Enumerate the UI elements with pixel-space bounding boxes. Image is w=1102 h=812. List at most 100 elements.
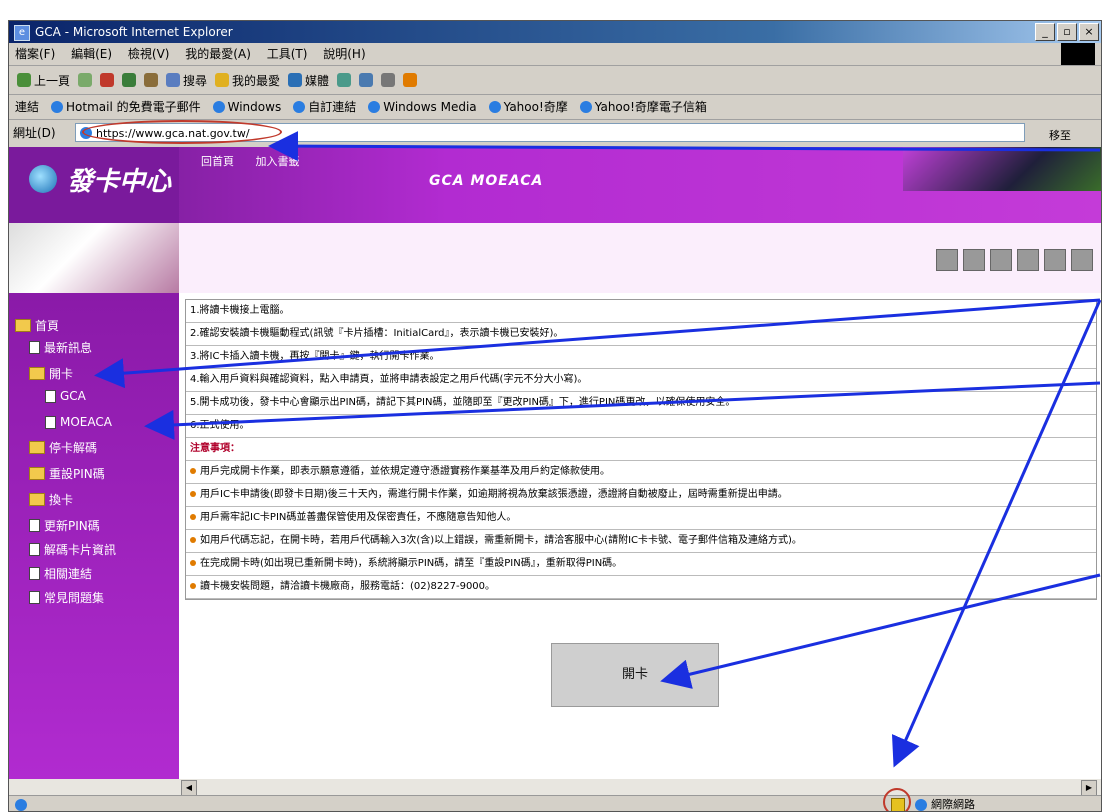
scroll-left-icon[interactable]: ◀ — [181, 780, 197, 796]
sidebar-item-reset-pin[interactable]: 重設PIN碼 — [29, 465, 105, 482]
site-header: 發卡中心 回首頁 加入書籤 GCA MOEACA — [9, 147, 1101, 223]
print-button[interactable] — [381, 73, 396, 87]
home-button[interactable] — [144, 73, 159, 87]
document-icon — [29, 519, 40, 532]
instruction-row: 在完成開卡時(如出現已重新開卡時)，系統將顯示PIN碼，請至『重設PIN碼』，重… — [186, 553, 1096, 576]
instruction-text: 用戶IC卡申請後(即發卡日期)後三十天內，需進行開卡作業，如逾期將視為放棄該張憑… — [200, 489, 788, 500]
instruction-row: 用戶需牢記IC卡PIN碼並善盡保管使用及保密責任，不應隨意告知他人。 — [186, 507, 1096, 530]
bullet-icon — [190, 583, 196, 589]
header-decoration — [903, 147, 1101, 191]
mail-button[interactable] — [359, 73, 374, 87]
menu-file[interactable]: 檔案(F) — [15, 47, 55, 61]
instruction-row: 4.輸入用戶資料與確認資料，點入申請頁，並將申請表設定之用戶代碼(字元不分大小寫… — [186, 369, 1096, 392]
globe-icon — [29, 165, 57, 193]
home-link[interactable]: 回首頁 — [201, 155, 234, 168]
sidebar-item-update-pin[interactable]: 更新PIN碼 — [29, 517, 100, 534]
folder-icon — [29, 467, 45, 480]
link-windows[interactable]: Windows — [212, 95, 281, 119]
site-logo[interactable]: 發卡中心 — [9, 147, 179, 223]
menu-help[interactable]: 說明(H) — [323, 47, 365, 61]
forward-arrow-icon — [78, 73, 93, 87]
close-button[interactable]: × — [1079, 23, 1099, 41]
instruction-text: 2.確認安裝讀卡機驅動程式(訊號『卡片插槽：InitialCard』，表示讀卡機… — [190, 328, 564, 339]
document-icon — [29, 567, 40, 580]
refresh-icon — [122, 73, 137, 87]
refresh-button[interactable] — [122, 73, 137, 87]
sidebar-item-home[interactable]: 首頁 — [15, 317, 59, 334]
instruction-text: 如用戶代碼忘記，在開卡時，若用戶代碼輸入3次(含)以上錯誤，需重新開卡，請洽客服… — [200, 535, 802, 546]
contact-icon[interactable] — [1044, 249, 1066, 271]
bullet-icon — [190, 514, 196, 520]
folder-icon — [29, 493, 45, 506]
sidebar-item-gca[interactable]: GCA — [45, 389, 86, 403]
search-button[interactable]: 搜尋 — [166, 72, 207, 89]
info-icon[interactable] — [963, 249, 985, 271]
instruction-row: 用戶IC卡申請後(即發卡日期)後三十天內，需進行開卡作業，如逾期將視為放棄該張憑… — [186, 484, 1096, 507]
help-icon[interactable] — [990, 249, 1012, 271]
link-yahoo-mail[interactable]: Yahoo!奇摩電子信箱 — [579, 95, 707, 119]
back-button[interactable]: 上一頁 — [17, 72, 70, 89]
lock-highlight-circle — [883, 788, 911, 811]
title-bar: e GCA - Microsoft Internet Explorer _ ▫ … — [9, 21, 1101, 43]
sitemap-icon[interactable] — [1071, 249, 1093, 271]
go-button[interactable]: 移至 — [1049, 123, 1071, 149]
sidebar-item-card-info[interactable]: 解碼卡片資訊 — [29, 541, 116, 558]
mail-icon — [359, 73, 374, 87]
instruction-text: 用戶需牢記IC卡PIN碼並善盡保管使用及保密責任，不應隨意告知他人。 — [200, 512, 517, 523]
download-icon[interactable] — [1017, 249, 1039, 271]
favorites-button[interactable]: 我的最愛 — [215, 72, 280, 89]
ie-app-icon: e — [14, 25, 30, 41]
link-yahoo[interactable]: Yahoo!奇摩 — [488, 95, 568, 119]
menu-tools[interactable]: 工具(T) — [267, 47, 308, 61]
address-label: 網址(D) — [13, 126, 56, 140]
menu-bar: 檔案(F) 編輯(E) 檢視(V) 我的最愛(A) 工具(T) 說明(H) — [9, 43, 1101, 66]
print-icon — [381, 73, 396, 87]
menu-edit[interactable]: 編輯(E) — [71, 47, 112, 61]
bookmark-link[interactable]: 加入書籤 — [256, 155, 300, 168]
links-label: 連結 — [15, 100, 40, 114]
bullet-icon — [190, 491, 196, 497]
messenger-icon — [403, 73, 418, 87]
sidebar-item-moeaca[interactable]: MOEACA — [45, 415, 112, 429]
document-icon — [29, 543, 40, 556]
media-icon — [288, 73, 303, 87]
link-hotmail[interactable]: Hotmail 的免費電子郵件 — [51, 95, 201, 119]
link-windows-media[interactable]: Windows Media — [368, 95, 477, 119]
instruction-row: 5.開卡成功後，發卡中心會顯示出PIN碼，請記下其PIN碼，並隨即至『更改PIN… — [186, 392, 1096, 415]
folder-icon — [29, 441, 45, 454]
address-bar: 網址(D) https://www.gca.nat.gov.tw/ 移至 — [9, 120, 1101, 146]
bullet-icon — [190, 560, 196, 566]
url-highlight-circle — [82, 120, 282, 144]
messenger-button[interactable] — [403, 73, 418, 87]
media-button[interactable]: 媒體 — [288, 72, 329, 89]
site-brand: GCA MOEACA — [429, 173, 544, 189]
stop-button[interactable] — [100, 73, 115, 87]
horizontal-scrollbar[interactable]: ◀ ▶ — [9, 779, 1101, 796]
home-icon[interactable] — [936, 249, 958, 271]
restore-button[interactable]: ▫ — [1057, 23, 1077, 41]
ie-page-icon — [51, 101, 64, 113]
sidebar-item-news[interactable]: 最新訊息 — [29, 339, 92, 356]
link-custom[interactable]: 自訂連結 — [293, 95, 356, 119]
folder-icon — [15, 319, 31, 332]
security-zone: 網際網路 — [915, 796, 975, 811]
page-viewport: 發卡中心 回首頁 加入書籤 GCA MOEACA 首頁 最新訊息 開卡 GCA … — [9, 147, 1101, 779]
instruction-row: 6.正式使用。 — [186, 415, 1096, 438]
history-button[interactable] — [337, 73, 352, 87]
instruction-text: 在完成開卡時(如出現已重新開卡時)，系統將顯示PIN碼，請至『重設PIN碼』，重… — [200, 558, 623, 569]
minimize-button[interactable]: _ — [1035, 23, 1055, 41]
sidebar-item-renew[interactable]: 換卡 — [29, 491, 73, 508]
sidebar-item-unlock[interactable]: 停卡解碼 — [29, 439, 97, 456]
scroll-right-icon[interactable]: ▶ — [1081, 780, 1097, 796]
menu-view[interactable]: 檢視(V) — [128, 47, 170, 61]
banner-photo — [9, 223, 179, 293]
logo-text: 發卡中心 — [67, 167, 172, 197]
sidebar-item-links[interactable]: 相關連結 — [29, 565, 92, 582]
sidebar-item-faq[interactable]: 常見問題集 — [29, 589, 104, 606]
activate-card-button[interactable]: 開卡 — [551, 643, 719, 707]
forward-button[interactable] — [78, 73, 93, 87]
sidebar-item-activate[interactable]: 開卡 — [29, 365, 73, 382]
document-icon — [29, 591, 40, 604]
menu-favorites[interactable]: 我的最愛(A) — [185, 47, 251, 61]
links-bar: 連結 Hotmail 的免費電子郵件 Windows 自訂連結 Windows … — [9, 95, 1101, 120]
